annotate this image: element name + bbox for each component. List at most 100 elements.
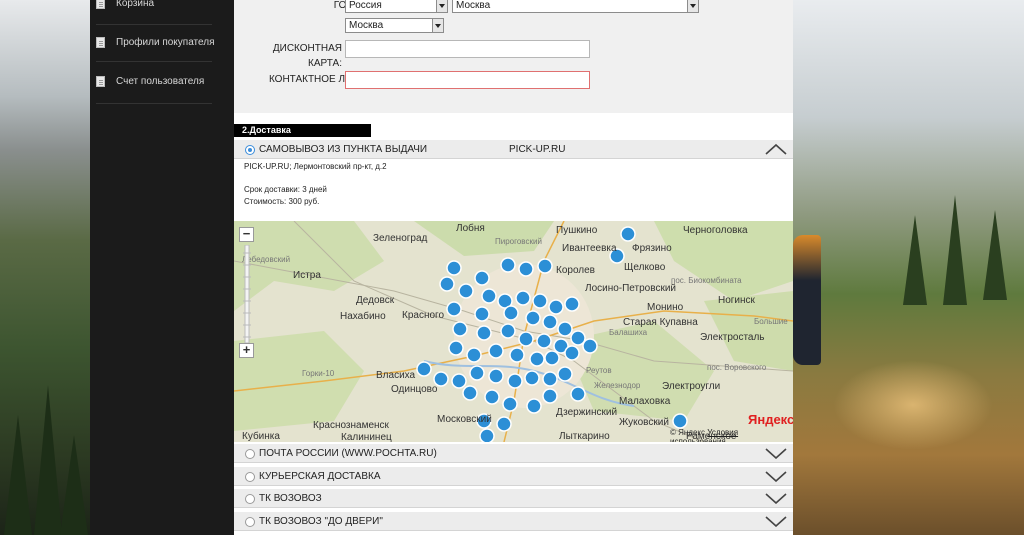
radio-unselected[interactable] bbox=[245, 494, 255, 504]
map-label-city: Дзержинский bbox=[556, 407, 618, 418]
region-select-value: Москва bbox=[456, 0, 491, 11]
delivery-option-title: САМОВЫВОЗ ИЗ ПУНКТА ВЫДАЧИ bbox=[259, 144, 428, 155]
sidebar-divider bbox=[96, 103, 212, 104]
map-label-city: Лосино-Петровский bbox=[585, 283, 676, 294]
sidebar-item-user-account[interactable]: Счет пользователя bbox=[96, 70, 216, 92]
map-label-city: Малаховка bbox=[619, 396, 671, 407]
delivery-term: Срок доставки: 3 дней bbox=[244, 185, 327, 194]
document-icon bbox=[96, 0, 105, 9]
map-label-city: Щелково bbox=[624, 262, 666, 273]
chevron-up-icon[interactable] bbox=[765, 143, 787, 155]
map-label-city: Черноголовка bbox=[683, 225, 748, 236]
map-label-city: Кубинка bbox=[242, 431, 280, 442]
map-label-city: Одинцово bbox=[391, 384, 438, 395]
map-label-town: Балашиха bbox=[609, 328, 648, 337]
country-select-value: Россия bbox=[349, 0, 382, 11]
document-icon bbox=[96, 36, 105, 48]
radio-unselected[interactable] bbox=[245, 472, 255, 482]
map-label-city: Дедовск bbox=[356, 295, 395, 306]
delivery-section-title: 2.Доставка bbox=[234, 124, 371, 137]
contact-person-input[interactable] bbox=[345, 71, 590, 89]
map-label-city: Краснознаменск bbox=[313, 420, 389, 431]
delivery-option-title: ТК ВОЗОВОЗ "ДО ДВЕРИ" bbox=[259, 516, 383, 527]
delivery-option-vozovoz[interactable]: ТК ВОЗОВОЗ bbox=[234, 489, 793, 508]
map-label-town: Реутов bbox=[586, 366, 612, 375]
map-label-city: Ивантеевка bbox=[562, 243, 617, 254]
sidebar-item-label: Профили покупателя bbox=[116, 36, 215, 48]
radio-unselected[interactable] bbox=[245, 449, 255, 459]
chevron-down-icon bbox=[436, 0, 447, 12]
tree-shape bbox=[60, 435, 88, 535]
radio-unselected[interactable] bbox=[245, 517, 255, 527]
map-label-city: Власиха bbox=[376, 370, 416, 381]
delivery-option-courier[interactable]: КУРЬЕРСКАЯ ДОСТАВКА bbox=[234, 467, 793, 486]
delivery-option-pickup[interactable]: САМОВЫВОЗ ИЗ ПУНКТА ВЫДАЧИ PICK-UP.RU bbox=[234, 140, 793, 159]
sidebar-item-buyer-profiles[interactable]: Профили покупателя bbox=[96, 31, 216, 53]
region-select[interactable]: Москва bbox=[452, 0, 699, 13]
zoom-out-button[interactable]: − bbox=[239, 227, 254, 242]
zoom-in-button[interactable]: + bbox=[239, 343, 254, 358]
discount-card-input[interactable] bbox=[345, 40, 590, 58]
background-photo-right bbox=[793, 0, 1024, 535]
map-label-city: Пушкино bbox=[556, 225, 598, 236]
map-label-town: пос. Биокомбината bbox=[671, 276, 742, 285]
delivery-option-title: ТК ВОЗОВОЗ bbox=[259, 493, 322, 504]
delivery-cost: Стоимость: 300 руб. bbox=[244, 197, 320, 206]
dust-cloud bbox=[833, 360, 993, 450]
map-label-city: Старая Купавна bbox=[623, 317, 698, 328]
map-label-city: Фрязино bbox=[632, 243, 672, 254]
map-label-city: Красного bbox=[402, 310, 445, 321]
city-select[interactable]: Москва bbox=[345, 18, 444, 33]
map-label-city: Зеленоград bbox=[373, 233, 428, 244]
discount-card-label-line2: КАРТА: bbox=[308, 58, 342, 69]
sidebar-item-cart[interactable]: Корзина bbox=[96, 0, 216, 14]
map-label-city: Королев bbox=[556, 265, 595, 276]
map-label-city: Московский bbox=[437, 414, 492, 425]
account-sidebar: Корзина Профили покупателя Счет пользова… bbox=[90, 0, 234, 535]
delivery-option-post[interactable]: ПОЧТА РОССИИ (WWW.POCHTA.RU) bbox=[234, 444, 793, 463]
map-label-city: Калининец bbox=[341, 432, 392, 442]
country-select[interactable]: Россия bbox=[345, 0, 448, 13]
pickup-address: PICK-UP.RU; Лермонтовский пр-кт, д.2 bbox=[244, 162, 387, 171]
chevron-down-icon[interactable] bbox=[765, 447, 787, 459]
map-label-city: Жуковский bbox=[619, 417, 669, 428]
buyer-form: ГОРОД: Россия Москва Москва ДИСКОНТНАЯ К… bbox=[234, 0, 793, 113]
radio-selected[interactable] bbox=[245, 145, 255, 155]
zoom-slider-track[interactable] bbox=[243, 245, 251, 343]
map-copyright: © Яндекс Условия использования bbox=[670, 428, 793, 442]
map-label-town: пос. Воровского bbox=[707, 363, 767, 372]
tree-shape bbox=[4, 415, 32, 535]
chevron-down-icon[interactable] bbox=[765, 515, 787, 527]
map-label-city: Ногинск bbox=[718, 295, 755, 306]
sidebar-divider bbox=[96, 61, 212, 62]
map-label-town: Железнодор bbox=[594, 381, 641, 390]
cyclist-figure bbox=[793, 235, 821, 365]
chevron-down-icon bbox=[687, 0, 698, 12]
map-label-city: Монино bbox=[647, 302, 684, 313]
yandex-logo: Яндекс bbox=[748, 412, 793, 427]
map-label-city: Нахабино bbox=[340, 311, 386, 322]
delivery-option-vozovoz-door[interactable]: ТК ВОЗОВОЗ "ДО ДВЕРИ" bbox=[234, 512, 793, 531]
sidebar-divider bbox=[96, 24, 212, 25]
delivery-provider-name: PICK-UP.RU bbox=[509, 144, 566, 155]
map-copyright-text: © Яндекс bbox=[670, 428, 706, 437]
tree-shape bbox=[34, 385, 62, 535]
tree-shape bbox=[943, 195, 967, 305]
discount-card-label-line1: ДИСКОНТНАЯ bbox=[272, 43, 342, 54]
checkout-content: ГОРОД: Россия Москва Москва ДИСКОНТНАЯ К… bbox=[234, 0, 793, 535]
pickup-points-map[interactable]: Зеленоград Лобня Пироговский Пушкино Ива… bbox=[234, 221, 793, 442]
chevron-down-icon[interactable] bbox=[765, 470, 787, 482]
map-label-city: Электроугли bbox=[662, 381, 721, 392]
tree-shape bbox=[983, 210, 1007, 300]
sidebar-item-label: Счет пользователя bbox=[116, 75, 205, 87]
city-select-value: Москва bbox=[349, 20, 384, 31]
document-icon bbox=[96, 75, 105, 87]
map-label-city: Лыткарино bbox=[559, 431, 610, 442]
chevron-down-icon bbox=[432, 19, 443, 32]
map-label-city: Электросталь bbox=[700, 332, 765, 343]
delivery-option-title: КУРЬЕРСКАЯ ДОСТАВКА bbox=[259, 471, 381, 482]
delivery-option-title: ПОЧТА РОССИИ (WWW.POCHTA.RU) bbox=[259, 448, 437, 459]
map-label-city: Лобня bbox=[456, 223, 485, 234]
chevron-down-icon[interactable] bbox=[765, 492, 787, 504]
background-photo-left bbox=[0, 0, 90, 535]
